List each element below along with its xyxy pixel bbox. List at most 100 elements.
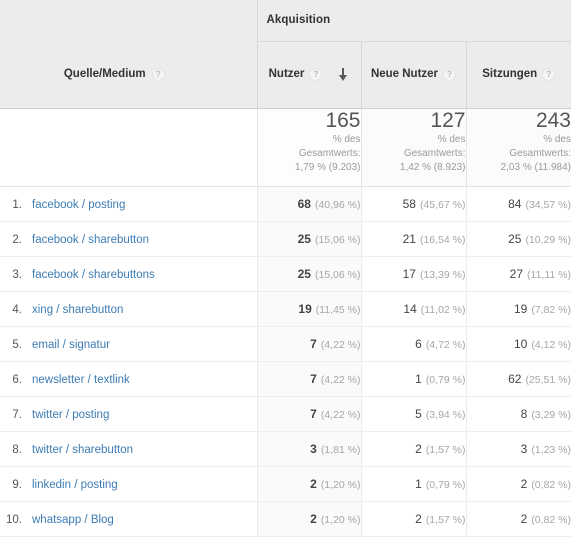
- table-cell-source: 10.whatsapp / Blog: [0, 501, 257, 536]
- sitzungen-percent: (0,82 %): [531, 514, 571, 526]
- source-medium-link[interactable]: facebook / sharebutton: [32, 234, 149, 246]
- nutzer-value: 2: [310, 512, 317, 526]
- help-icon[interactable]: ?: [309, 68, 322, 81]
- help-icon[interactable]: ?: [152, 68, 165, 81]
- table-cell-neue-nutzer: 2(1,57 %): [361, 501, 466, 536]
- sitzungen-value: 27: [510, 267, 523, 281]
- neue-nutzer-percent: (4,72 %): [426, 339, 466, 351]
- table-cell-source: 9. linkedin / posting: [0, 466, 257, 501]
- totals-total-label-nutzer: Gesamtwerts:: [258, 147, 361, 160]
- neue-nutzer-value: 2: [415, 442, 422, 456]
- table-cell-sitzungen: 19 (7,82 %): [466, 291, 571, 326]
- neue-nutzer-percent: (16,54 %): [420, 234, 466, 246]
- table-cell-sitzungen: 2(0,82 %): [466, 466, 571, 501]
- table-cell-nutzer: 2(1,20 %): [257, 466, 361, 501]
- table-cell-neue-nutzer: 21 (16,54 %): [361, 221, 466, 256]
- neue-nutzer-value: 14: [403, 302, 416, 316]
- column-header-nutzer-label: Nutzer: [269, 67, 305, 82]
- column-header-row: Quelle/Medium ? Nutzer ? Neue Nutzer ?: [0, 41, 571, 108]
- neue-nutzer-percent: (1,57 %): [426, 514, 466, 526]
- group-header-label: Akquisition: [258, 0, 571, 26]
- source-medium-link[interactable]: facebook / posting: [32, 199, 125, 211]
- help-icon[interactable]: ?: [443, 68, 456, 81]
- table-cell-source: 5.email / signatur: [0, 326, 257, 361]
- sitzungen-value: 62: [508, 372, 521, 386]
- source-medium-link[interactable]: twitter / sharebutton: [32, 444, 133, 456]
- sitzungen-percent: (4,12 %): [531, 339, 571, 351]
- sitzungen-value: 3: [521, 442, 528, 456]
- table-row: 10.whatsapp / Blog2(1,20 %)2(1,57 %)2(0,…: [0, 501, 571, 536]
- table-cell-neue-nutzer: 14(11,02 %): [361, 291, 466, 326]
- sitzungen-value: 2: [521, 512, 528, 526]
- totals-total-label-neue-nutzer: Gesamtwerts:: [362, 147, 466, 160]
- table-cell-neue-nutzer: 2(1,57 %): [361, 431, 466, 466]
- table-cell-sitzungen: 25(10,29 %): [466, 221, 571, 256]
- neue-nutzer-percent: (0,79 %): [426, 374, 466, 386]
- sitzungen-percent: (7,82 %): [531, 304, 571, 316]
- totals-dimension-cell: [0, 108, 257, 186]
- nutzer-percent: (15,06 %): [315, 269, 361, 281]
- nutzer-percent: (15,06 %): [315, 234, 361, 246]
- neue-nutzer-value: 1: [415, 372, 422, 386]
- nutzer-value: 25: [298, 267, 311, 281]
- table-cell-sitzungen: 84(34,57 %): [466, 186, 571, 221]
- source-medium-link[interactable]: email / signatur: [32, 339, 110, 351]
- column-header-sitzungen[interactable]: Sitzungen ?: [466, 41, 571, 108]
- dimension-header-cell[interactable]: Quelle/Medium ?: [0, 41, 257, 108]
- sitzungen-percent: (10,29 %): [525, 234, 571, 246]
- neue-nutzer-percent: (13,39 %): [420, 269, 466, 281]
- sitzungen-value: 19: [514, 302, 527, 316]
- dimension-header-label: Quelle/Medium: [64, 68, 146, 80]
- table-cell-sitzungen: 10 (4,12 %): [466, 326, 571, 361]
- row-rank: 9.: [0, 479, 22, 491]
- table-cell-nutzer: 19(11,45 %): [257, 291, 361, 326]
- source-medium-link[interactable]: linkedin / posting: [32, 479, 118, 491]
- column-header-nutzer[interactable]: Nutzer ?: [257, 41, 361, 108]
- sitzungen-value: 84: [508, 197, 521, 211]
- help-icon[interactable]: ?: [542, 68, 555, 81]
- table-cell-neue-nutzer: 1 (0,79 %): [361, 361, 466, 396]
- table-cell-source: 4.xing / sharebutton: [0, 291, 257, 326]
- column-header-neue-nutzer[interactable]: Neue Nutzer ?: [361, 41, 466, 108]
- column-header-neue-nutzer-label: Neue Nutzer: [371, 67, 438, 82]
- neue-nutzer-value: 21: [403, 232, 416, 246]
- sitzungen-percent: (11,11 %): [527, 269, 571, 281]
- source-medium-link[interactable]: facebook / sharebuttons: [32, 269, 155, 281]
- nutzer-percent: (1,20 %): [321, 514, 361, 526]
- table-cell-nutzer: 25 (15,06 %): [257, 256, 361, 291]
- sitzungen-value: 10: [514, 337, 527, 351]
- table-row: 2.facebook / sharebutton25(15,06 %)21(16…: [0, 221, 571, 256]
- table-cell-nutzer: 7(4,22 %): [257, 361, 361, 396]
- nutzer-percent: (40,96 %): [315, 199, 361, 211]
- table-row: 4.xing / sharebutton19(11,45 %)14(11,02 …: [0, 291, 571, 326]
- table-row: 7.twitter / posting7(4,22 %)5(3,94 %)8(3…: [0, 396, 571, 431]
- sitzungen-percent: (0,82 %): [531, 479, 571, 491]
- source-medium-link[interactable]: whatsapp / Blog: [32, 514, 114, 526]
- table-row: 5.email / signatur7(4,22 %)6(4,72 %)10(4…: [0, 326, 571, 361]
- row-rank: 3.: [0, 269, 22, 281]
- source-medium-link[interactable]: xing / sharebutton: [32, 304, 123, 316]
- table-cell-neue-nutzer: 58(45,67 %): [361, 186, 466, 221]
- source-medium-link[interactable]: twitter / posting: [32, 409, 109, 421]
- sitzungen-value: 8: [521, 407, 528, 421]
- arrow-down-icon[interactable]: [337, 68, 349, 81]
- row-rank: 2.: [0, 234, 22, 246]
- table-cell-source: 6.newsletter / textlink: [0, 361, 257, 396]
- neue-nutzer-value: 58: [403, 197, 416, 211]
- table-cell-neue-nutzer: 17 (13,39 %): [361, 256, 466, 291]
- source-medium-link[interactable]: newsletter / textlink: [32, 374, 130, 386]
- totals-value-nutzer: 165: [258, 109, 361, 132]
- totals-pct-label-sitzungen: % des: [467, 133, 571, 146]
- nutzer-percent: (4,22 %): [321, 409, 361, 421]
- table-cell-sitzungen: 2(0,82 %): [466, 501, 571, 536]
- neue-nutzer-value: 17: [403, 267, 416, 281]
- nutzer-value: 7: [310, 337, 317, 351]
- table-row: 9.linkedin / posting2(1,20 %)1(0,79 %)2(…: [0, 466, 571, 501]
- acquisition-report-table: Akquisition Quelle/Medium ? Nutzer ?: [0, 0, 571, 537]
- table-cell-source: 3. facebook / sharebuttons: [0, 256, 257, 291]
- totals-row: 165 % des Gesamtwerts: 1,79 % (9.203) 12…: [0, 108, 571, 186]
- table-cell-source: 1.facebook / posting: [0, 186, 257, 221]
- totals-value-neue-nutzer: 127: [362, 109, 466, 132]
- sitzungen-percent: (1,23 %): [531, 444, 571, 456]
- group-header-acquisition: Akquisition: [257, 0, 571, 41]
